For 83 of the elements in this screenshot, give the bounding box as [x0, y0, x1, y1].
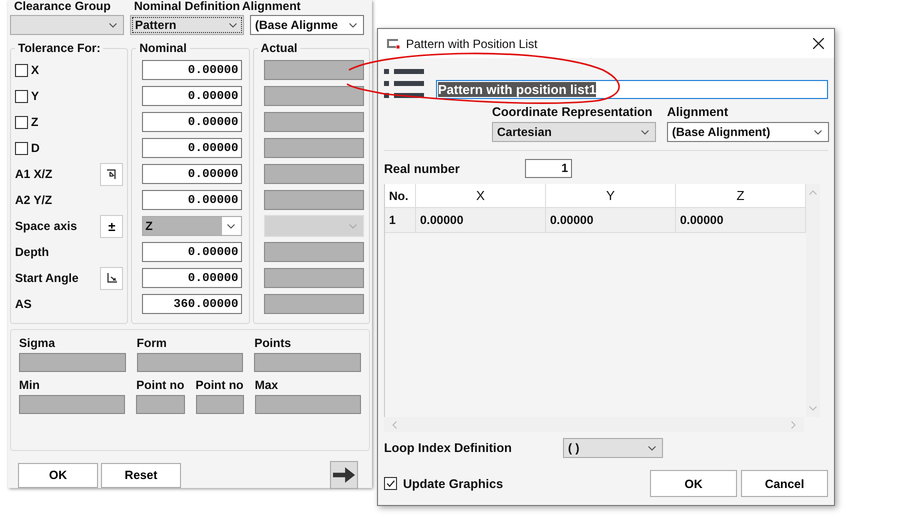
coordinate-dropdown[interactable]: Cartesian — [492, 122, 656, 142]
chevron-icon — [349, 23, 357, 28]
checkbox[interactable] — [15, 116, 28, 128]
dialog-button[interactable]: Cancel — [741, 470, 828, 497]
number-field[interactable]: 0.00000 — [142, 190, 242, 210]
checkbox[interactable] — [15, 64, 28, 76]
field-label: Loop Index Definition — [384, 441, 513, 455]
checkbox-label: Y — [31, 89, 40, 103]
column-label: Clearance Group — [13, 0, 112, 14]
column-label: Alignment — [242, 0, 301, 14]
field-label: Min — [19, 378, 41, 392]
checkbox-label: Z — [31, 115, 40, 129]
group-title: Actual — [260, 41, 298, 55]
field-label: Form — [136, 336, 168, 350]
column-header: X — [416, 184, 546, 208]
chevron-icon — [109, 23, 117, 28]
group-title: Tolerance For: — [17, 41, 102, 55]
field-label: Coordinate Representation — [492, 105, 654, 119]
field-label: Sigma — [19, 336, 56, 350]
field-label: Depth — [15, 245, 50, 259]
angle-button[interactable] — [100, 266, 124, 290]
field-label: Space axis — [15, 219, 78, 233]
axis-dropdown[interactable]: Z — [142, 216, 242, 236]
field-label: Point no — [196, 378, 244, 392]
chevron-icon — [229, 23, 237, 28]
number-field[interactable]: 0.00000 — [142, 242, 242, 262]
table-cell: 0.00000 — [416, 208, 546, 233]
number-field[interactable]: 360.00000 — [142, 294, 242, 314]
checkbox[interactable] — [15, 90, 28, 102]
table-cell: 0.00000 — [546, 208, 676, 233]
readonly-field — [196, 395, 244, 414]
chevron-icon — [227, 224, 236, 229]
chevron-icon — [814, 130, 822, 135]
angle-icon — [106, 272, 118, 284]
chevron-icon — [348, 224, 357, 229]
field-label: A1 X/Z — [15, 167, 54, 181]
sign-button[interactable]: ± — [100, 214, 124, 238]
group-title: Nominal — [138, 41, 188, 55]
field-label: Points — [254, 336, 292, 350]
list-icon — [384, 67, 424, 101]
dialog-button[interactable]: OK — [650, 470, 737, 497]
dropdown[interactable]: (Base Alignme — [250, 15, 364, 35]
readonly-field — [136, 395, 184, 414]
table-cell: 1 — [385, 208, 416, 233]
chevron-icon — [648, 446, 656, 451]
field-label: Alignment — [667, 105, 730, 119]
checkbox-label: Update Graphics — [403, 476, 504, 490]
right-arrow-icon — [333, 466, 355, 484]
field-label: Start Angle — [15, 271, 80, 285]
window-title: Pattern with Position List — [406, 36, 538, 50]
checkbox[interactable] — [384, 477, 397, 490]
column-header: No. — [385, 184, 416, 208]
number-field[interactable]: 0.00000 — [142, 268, 242, 288]
number-field[interactable]: 1 — [525, 159, 572, 178]
name-field[interactable]: Pattern with position list1 — [436, 80, 828, 99]
number-field[interactable]: 0.00000 — [142, 60, 242, 80]
number-field[interactable]: 0.00000 — [142, 86, 242, 106]
column-header: Z — [676, 184, 806, 208]
number-field[interactable]: 0.00000 — [142, 112, 242, 132]
number-field[interactable]: 0.00000 — [142, 164, 242, 184]
alignment-dropdown[interactable]: (Base Alignment) — [667, 122, 829, 142]
checkbox[interactable] — [15, 142, 28, 154]
field-label: Real number — [384, 162, 461, 176]
app-icon — [386, 38, 400, 48]
chevron-icon — [641, 130, 649, 135]
field-label: A2 Y/Z — [15, 193, 54, 207]
field-label: AS — [15, 297, 33, 311]
corner-arrow-icon — [106, 168, 118, 180]
dropdown[interactable]: Pattern — [130, 15, 244, 35]
checkbox-label: X — [31, 63, 40, 77]
number-field[interactable]: 0.00000 — [142, 138, 242, 158]
next-button[interactable] — [330, 461, 358, 489]
column-label: Nominal Definition — [134, 0, 240, 14]
loop-index-dropdown[interactable]: ( ) — [563, 438, 663, 458]
field-label: Max — [254, 378, 280, 392]
column-header: Y — [546, 184, 676, 208]
field-label: Point no — [136, 378, 184, 392]
checkbox-label: D — [31, 141, 41, 155]
panel-button[interactable]: Reset — [101, 462, 181, 488]
close-icon[interactable] — [813, 38, 824, 49]
rotate-button[interactable] — [100, 162, 124, 186]
table-cell: 0.00000 — [676, 208, 806, 233]
panel-button[interactable]: OK — [18, 462, 98, 488]
